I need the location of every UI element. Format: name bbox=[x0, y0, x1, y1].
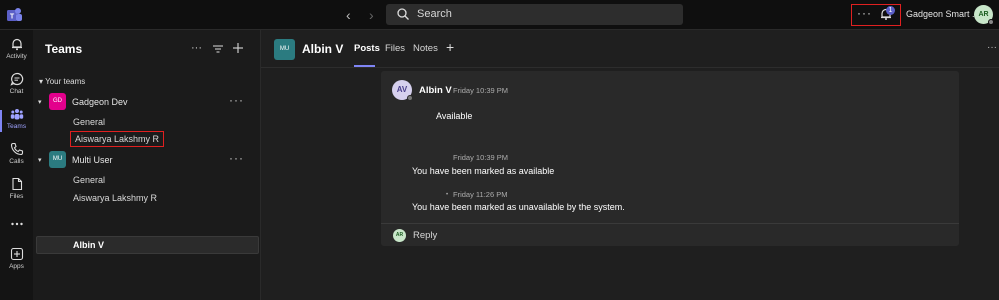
channel-item[interactable]: Aiswarya Lakshmy R bbox=[73, 193, 157, 203]
team-gadgeon-dev[interactable]: ▾ GD Gadgeon Dev ··· bbox=[38, 92, 256, 114]
rail-item-files[interactable]: Files bbox=[0, 174, 33, 208]
team-name: Gadgeon Dev bbox=[72, 97, 128, 107]
channel-item[interactable]: General bbox=[73, 175, 105, 185]
author-initials: AV bbox=[396, 85, 408, 94]
team-avatar: GD bbox=[49, 93, 66, 110]
team-multi-user[interactable]: ▾ MU Multi User ··· bbox=[38, 150, 256, 172]
chevron-down-icon: ▾ bbox=[38, 99, 42, 106]
message-timestamp: Friday 10:39 PM bbox=[453, 153, 509, 162]
account-name[interactable]: Gadgeon Smart ... bbox=[906, 9, 980, 19]
rail-item-apps[interactable]: Apps bbox=[0, 244, 33, 278]
message-timestamp: Friday 10:39 PM bbox=[453, 86, 509, 95]
rail-label: Activity bbox=[6, 53, 27, 60]
title-bar: T ‹ › Search ··· 1 Gadgeon Smart ... AR bbox=[0, 0, 999, 30]
add-tab-button[interactable]: + bbox=[446, 39, 454, 55]
file-icon bbox=[11, 177, 22, 191]
svg-text:T: T bbox=[10, 14, 15, 21]
user-avatar[interactable]: AR bbox=[974, 5, 994, 25]
presence-dot bbox=[988, 19, 994, 25]
rail-item-more[interactable] bbox=[0, 214, 33, 248]
rail-label: Teams bbox=[6, 123, 27, 130]
rail-item-teams[interactable]: Teams bbox=[0, 104, 33, 138]
channel-item[interactable]: Aiswarya Lakshmy R bbox=[70, 131, 165, 147]
channel-item-selected[interactable]: Albin V bbox=[36, 236, 259, 254]
active-tab-indicator bbox=[354, 65, 375, 67]
channel-header: MU Albin V Posts Files Notes + ··· bbox=[261, 30, 999, 68]
search-placeholder: Search bbox=[417, 8, 452, 20]
user-avatar-initials: AR bbox=[978, 11, 989, 18]
filter-icon[interactable] bbox=[212, 43, 224, 55]
panel-more-button[interactable]: ··· bbox=[191, 42, 202, 54]
search-input[interactable]: Search bbox=[386, 4, 683, 25]
tab-posts[interactable]: Posts bbox=[354, 43, 380, 54]
panel-title: Teams bbox=[45, 42, 83, 56]
channel-item[interactable]: General bbox=[73, 117, 105, 127]
chevron-down-icon: ▾ bbox=[38, 157, 42, 164]
channel-label: Albin V bbox=[73, 240, 104, 250]
phone-icon bbox=[10, 142, 23, 156]
channel-title: Albin V bbox=[302, 42, 344, 56]
search-icon bbox=[397, 8, 409, 20]
message-text: Available bbox=[436, 111, 473, 121]
tab-notes[interactable]: Notes bbox=[413, 43, 438, 54]
tab-files[interactable]: Files bbox=[385, 43, 405, 54]
rail-item-activity[interactable]: Activity bbox=[0, 34, 33, 68]
notification-badge: 1 bbox=[886, 6, 895, 15]
teams-panel: Teams ··· ▾ Your teams ▾ GD Gadgeon Dev … bbox=[33, 30, 261, 300]
back-arrow-icon[interactable]: ‹ bbox=[346, 7, 351, 23]
team-avatar: MU bbox=[49, 151, 66, 168]
apps-icon bbox=[10, 247, 23, 261]
channel-team-avatar: MU bbox=[274, 39, 295, 60]
rail-item-chat[interactable]: Chat bbox=[0, 69, 33, 103]
message-timestamp: Friday 11:26 PM bbox=[453, 190, 508, 199]
divider bbox=[381, 223, 959, 224]
reply-button[interactable]: Reply bbox=[413, 230, 437, 241]
rail-label: Apps bbox=[9, 263, 24, 270]
teams-icon bbox=[10, 109, 23, 120]
message-text: You have been marked as available bbox=[412, 166, 555, 176]
rail-label: Files bbox=[9, 193, 24, 200]
section-label: Your teams bbox=[45, 77, 86, 86]
bell-icon bbox=[11, 38, 22, 51]
rail-label: Calls bbox=[9, 158, 24, 165]
your-teams-section[interactable]: ▾ Your teams bbox=[39, 77, 85, 86]
bullet-dot: • bbox=[446, 192, 449, 198]
rail-label: Chat bbox=[9, 88, 24, 95]
presence-dot bbox=[407, 95, 413, 101]
more-icon bbox=[10, 222, 23, 226]
teams-logo-icon: T bbox=[7, 8, 22, 21]
header-more-button[interactable]: ··· bbox=[987, 42, 997, 53]
rail-item-calls[interactable]: Calls bbox=[0, 139, 33, 173]
team-more-button[interactable]: ··· bbox=[229, 151, 244, 165]
more-options-button[interactable]: ··· bbox=[857, 6, 872, 20]
chat-icon bbox=[9, 72, 23, 86]
team-name: Multi User bbox=[72, 155, 113, 165]
app-rail: Activity Chat Teams Calls Files Apps bbox=[0, 30, 33, 300]
author-avatar: AV bbox=[392, 80, 413, 101]
add-icon[interactable] bbox=[232, 42, 244, 54]
reply-avatar: AR bbox=[393, 229, 406, 242]
team-more-button[interactable]: ··· bbox=[229, 93, 244, 107]
channel-view: MU Albin V Posts Files Notes + ··· AV Al… bbox=[261, 30, 999, 300]
forward-arrow-icon[interactable]: › bbox=[369, 7, 374, 23]
author-name: Albin V bbox=[419, 85, 452, 96]
message-text: You have been marked as unavailable by t… bbox=[412, 202, 625, 212]
message-thread: AV Albin V Friday 10:39 PM Available Fri… bbox=[381, 71, 959, 246]
